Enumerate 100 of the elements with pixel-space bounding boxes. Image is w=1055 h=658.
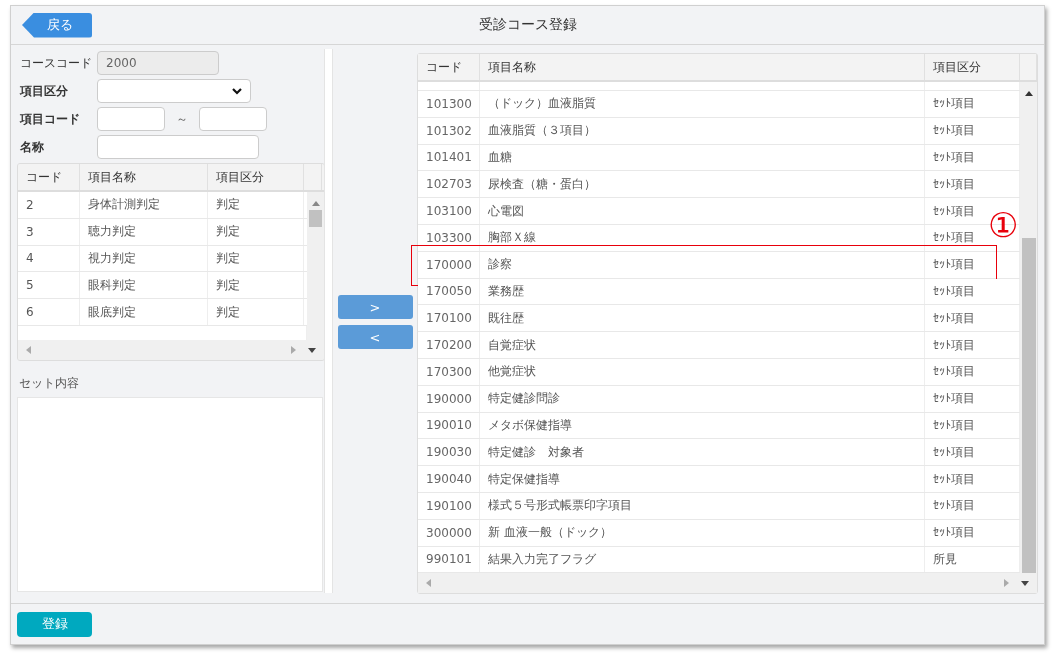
table-cell: 判定 <box>208 218 304 245</box>
table-cell: 眼底判定 <box>80 299 208 325</box>
table-row[interactable]: 190100 様式５号形式帳票印字項目 ｾｯﾄ項目 <box>418 492 1020 520</box>
column-header[interactable]: 項目区分 <box>925 54 1020 80</box>
table-row[interactable]: 190010 メタボ保健指導 ｾｯﾄ項目 <box>418 412 1020 440</box>
table-row[interactable]: 4 視力判定 判定 <box>18 245 307 273</box>
scroll-right-icon <box>1004 579 1009 588</box>
table-cell: 判定 <box>208 299 304 325</box>
table-cell: 判定 <box>208 245 304 272</box>
splitter[interactable] <box>324 49 333 593</box>
table-cell: 6 <box>18 299 80 325</box>
table-cell: 血液脂質（３項目） <box>480 117 925 144</box>
scroll-up-icon <box>311 201 320 206</box>
column-header[interactable]: 項目名称 <box>80 164 208 190</box>
table-cell: 視力判定 <box>80 245 208 272</box>
table-row[interactable]: 101300 （ドック）血液脂質 ｾｯﾄ項目 <box>418 91 1020 118</box>
table-cell: 判定 <box>208 192 304 218</box>
column-header[interactable]: コード <box>418 54 480 80</box>
field-label: コースコード <box>20 54 93 72</box>
vertical-scrollbar[interactable] <box>307 192 324 340</box>
field-label: 項目コード <box>20 110 81 128</box>
section-label: セット内容 <box>19 375 80 391</box>
page-title: 受診コース登録 <box>478 16 577 34</box>
scroll-right-icon <box>291 346 296 354</box>
table-row[interactable]: 101302 血液脂質（３項目） ｾｯﾄ項目 <box>418 117 1020 145</box>
table-cell: 身体計測判定 <box>80 192 208 218</box>
column-header[interactable]: 項目区分 <box>208 164 304 190</box>
table-row[interactable]: 170000 診察 ｾｯﾄ項目 <box>418 251 1020 279</box>
table-cell: 101302 <box>418 117 480 144</box>
scroll-down-icon <box>1021 580 1029 586</box>
table-cell: 3 <box>18 218 80 245</box>
table-row[interactable]: 101401 血糖 ｾｯﾄ項目 <box>418 144 1020 172</box>
chevron-down-icon <box>232 87 242 95</box>
table-cell: 様式５号形式帳票印字項目 <box>480 492 925 519</box>
field-label: 項目区分 <box>20 82 69 100</box>
table-cell: 他覚症状 <box>480 358 925 385</box>
table-cell: 103100 <box>418 198 480 224</box>
table-row[interactable]: 170200 自覚症状 ｾｯﾄ項目 <box>418 332 1020 359</box>
scrollbar-thumb[interactable] <box>309 210 322 227</box>
field-label: 名称 <box>20 138 45 156</box>
table-cell: 特定健診問診 <box>480 385 925 412</box>
column-header[interactable]: コード <box>18 164 80 190</box>
table-row[interactable]: 190040 特定保健指導 ｾｯﾄ項目 <box>418 466 1020 493</box>
table-cell: 190040 <box>418 466 480 492</box>
table-cell: 心電図 <box>480 198 925 224</box>
table-cell: メタボ保健指導 <box>480 412 925 439</box>
vertical-scrollbar[interactable] <box>1020 82 1037 574</box>
table-row[interactable]: 990101 結果入力完了フラグ 所見 <box>418 546 1020 574</box>
table-cell: 101401 <box>418 144 480 171</box>
table-cell: 結果入力完了フラグ <box>480 546 925 573</box>
code-from-field[interactable] <box>97 107 165 131</box>
table-cell: 眼科判定 <box>80 272 208 299</box>
scrollbar-thumb[interactable] <box>1021 238 1036 574</box>
table-cell: 190010 <box>418 412 480 439</box>
table-row[interactable]: 170050 業務歴 ｾｯﾄ項目 <box>418 278 1020 306</box>
table-cell: 特定健診 対象者 <box>480 439 925 466</box>
table-row[interactable]: 190000 特定健診問診 ｾｯﾄ項目 <box>418 385 1020 413</box>
table-row[interactable]: 170300 他覚症状 ｾｯﾄ項目 <box>418 358 1020 386</box>
table-cell: 990101 <box>418 546 480 573</box>
name-field[interactable] <box>97 135 259 159</box>
set-contents-list[interactable] <box>17 397 323 592</box>
table-row[interactable]: 6 眼底判定 判定 <box>18 299 307 326</box>
table-row[interactable]: 5 眼科判定 判定 <box>18 272 307 300</box>
table-cell: 170100 <box>418 305 480 332</box>
table-row[interactable]: 170100 既往歴 ｾｯﾄ項目 <box>418 305 1020 333</box>
table-row[interactable]: 2 身体計測判定 判定 <box>18 192 307 219</box>
table-cell: 業務歴 <box>480 278 925 305</box>
table-cell: 170000 <box>418 251 480 278</box>
scroll-down-icon <box>308 347 316 353</box>
table-cell: 特定保健指導 <box>480 466 925 492</box>
table-row[interactable]: 300000 新 血液一般（ドック） ｾｯﾄ項目 <box>418 519 1020 547</box>
table-cell: 2 <box>18 192 80 218</box>
range-separator: ～ <box>175 110 189 128</box>
table-cell: 103300 <box>418 225 480 251</box>
scroll-left-icon <box>426 579 431 588</box>
scroll-up-icon <box>1024 91 1033 96</box>
table-cell: 300000 <box>418 519 480 546</box>
table-cell: 自覚症状 <box>480 332 925 358</box>
table-cell: 170050 <box>418 278 480 305</box>
table-cell: 102703 <box>418 171 480 198</box>
column-header[interactable]: 項目名称 <box>480 54 925 80</box>
code-to-field[interactable] <box>199 107 267 131</box>
category-select[interactable] <box>97 79 251 103</box>
table-cell: 5 <box>18 272 80 299</box>
table-cell: 胸部Ｘ線 <box>480 225 925 251</box>
table-row[interactable]: 190030 特定健診 対象者 ｾｯﾄ項目 <box>418 439 1020 467</box>
table-row[interactable]: 3 聴力判定 判定 <box>18 218 307 246</box>
table-cell: 新 血液一般（ドック） <box>480 519 925 546</box>
scroll-left-icon <box>26 346 31 354</box>
table-cell: 尿検査（糖・蛋白） <box>480 171 925 198</box>
table-row[interactable]: 102703 尿検査（糖・蛋白） ｾｯﾄ項目 <box>418 171 1020 199</box>
table-cell: 170300 <box>418 358 480 385</box>
table-cell: 190100 <box>418 492 480 519</box>
table-cell: 190030 <box>418 439 480 466</box>
table-cell: 聴力判定 <box>80 218 208 245</box>
table-cell: （ドック）血液脂質 <box>480 91 925 117</box>
table-cell: 190000 <box>418 385 480 412</box>
table-cell: 170200 <box>418 332 480 358</box>
table-cell: 4 <box>18 245 80 272</box>
table-cell: 判定 <box>208 272 304 299</box>
